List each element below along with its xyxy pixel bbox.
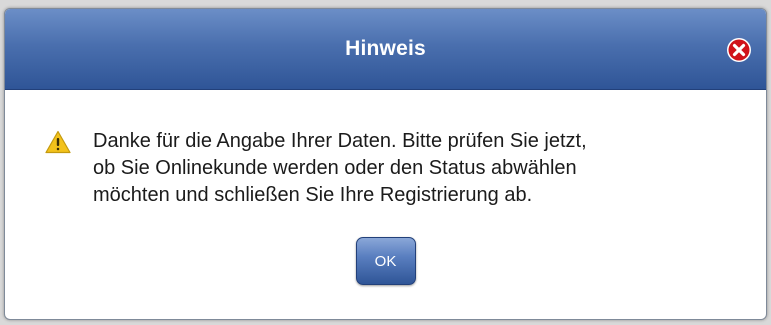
message-line: ob Sie Onlinekunde werden oder den Statu… — [93, 157, 577, 179]
dialog-content: Danke für die Angabe Ihrer Daten. Bitte … — [5, 90, 766, 209]
message-line: Danke für die Angabe Ihrer Daten. Bitte … — [93, 130, 587, 152]
close-icon[interactable] — [726, 37, 752, 63]
dialog-title: Hinweis — [345, 37, 426, 60]
warning-icon — [45, 130, 71, 154]
dialog-titlebar: Hinweis — [5, 9, 766, 90]
message-line: möchten und schließen Sie Ihre Registrie… — [93, 184, 533, 206]
button-row: OK — [5, 237, 766, 285]
dialog-message: Danke für die Angabe Ihrer Daten. Bitte … — [93, 128, 746, 209]
hinweis-dialog: Hinweis Danke für die Angabe Ihrer Daten… — [4, 8, 767, 320]
ok-button[interactable]: OK — [355, 237, 416, 285]
